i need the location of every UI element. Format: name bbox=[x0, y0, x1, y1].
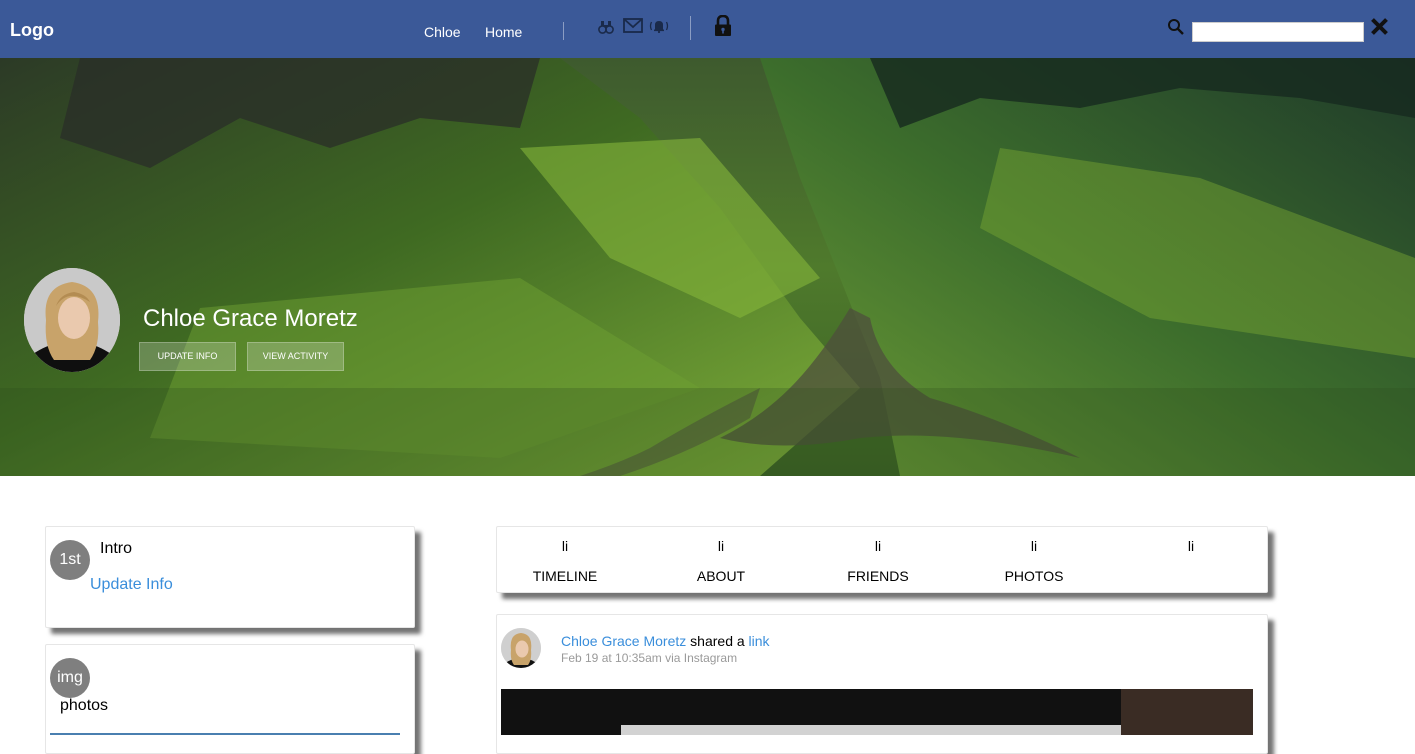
post-action-text: shared a bbox=[686, 633, 749, 649]
post-author-photo bbox=[501, 628, 541, 668]
update-info-button[interactable]: UPDATE INFO bbox=[139, 342, 236, 371]
post-author-avatar[interactable] bbox=[501, 628, 541, 668]
profile-name: Chloe Grace Moretz bbox=[143, 305, 358, 332]
update-info-link[interactable]: Update Info bbox=[90, 576, 173, 594]
view-activity-button[interactable]: VIEW ACTIVITY bbox=[247, 342, 344, 371]
post-meta: Feb 19 at 10:35am via Instagram bbox=[561, 651, 738, 665]
mountain-landscape-image bbox=[0, 58, 1415, 476]
logo[interactable]: Logo bbox=[10, 20, 54, 41]
tab-bullet: li bbox=[561, 538, 569, 554]
lock-icon[interactable] bbox=[714, 15, 732, 37]
post-author-link[interactable]: Chloe Grace Moretz bbox=[561, 633, 686, 649]
tab-bullet: li bbox=[1187, 538, 1195, 554]
photos-title: photos bbox=[60, 697, 109, 714]
tab-label: TIMELINE bbox=[532, 568, 598, 584]
intro-title: Intro bbox=[100, 540, 133, 557]
profile-tabs: li TIMELINE li ABOUT li FRIENDS li PHOTO… bbox=[496, 526, 1268, 593]
nav-divider bbox=[563, 22, 564, 40]
tab-label: FRIENDS bbox=[847, 568, 909, 584]
tab-label: PHOTOS bbox=[1004, 568, 1064, 584]
tab-bullet: li bbox=[717, 538, 725, 554]
mail-icon[interactable] bbox=[623, 18, 643, 33]
search-input[interactable] bbox=[1192, 22, 1364, 42]
intro-badge: 1st bbox=[50, 540, 90, 580]
post-media-image[interactable] bbox=[501, 689, 1253, 735]
profile-photo bbox=[24, 268, 120, 372]
tab-bullet: li bbox=[1030, 538, 1038, 554]
top-navbar: Logo Chloe Home bbox=[0, 0, 1415, 58]
nav-link-home[interactable]: Home bbox=[485, 24, 522, 40]
post-object-link[interactable]: link bbox=[749, 633, 770, 649]
search-icon[interactable] bbox=[1167, 18, 1185, 36]
binoculars-icon[interactable] bbox=[598, 19, 614, 35]
photos-badge: img bbox=[50, 658, 90, 698]
profile-avatar[interactable] bbox=[24, 268, 120, 372]
post-header: Chloe Grace Moretz shared a link bbox=[561, 633, 770, 649]
tab-bullet: li bbox=[874, 538, 882, 554]
cover-photo: Chloe Grace Moretz UPDATE INFO VIEW ACTI… bbox=[0, 58, 1415, 476]
nav-divider bbox=[690, 16, 691, 40]
close-icon[interactable] bbox=[1370, 17, 1389, 36]
notification-bell-icon[interactable] bbox=[648, 19, 670, 33]
nav-link-profile[interactable]: Chloe bbox=[424, 24, 461, 40]
post-image bbox=[501, 689, 1253, 735]
tab-label: ABOUT bbox=[696, 568, 746, 584]
